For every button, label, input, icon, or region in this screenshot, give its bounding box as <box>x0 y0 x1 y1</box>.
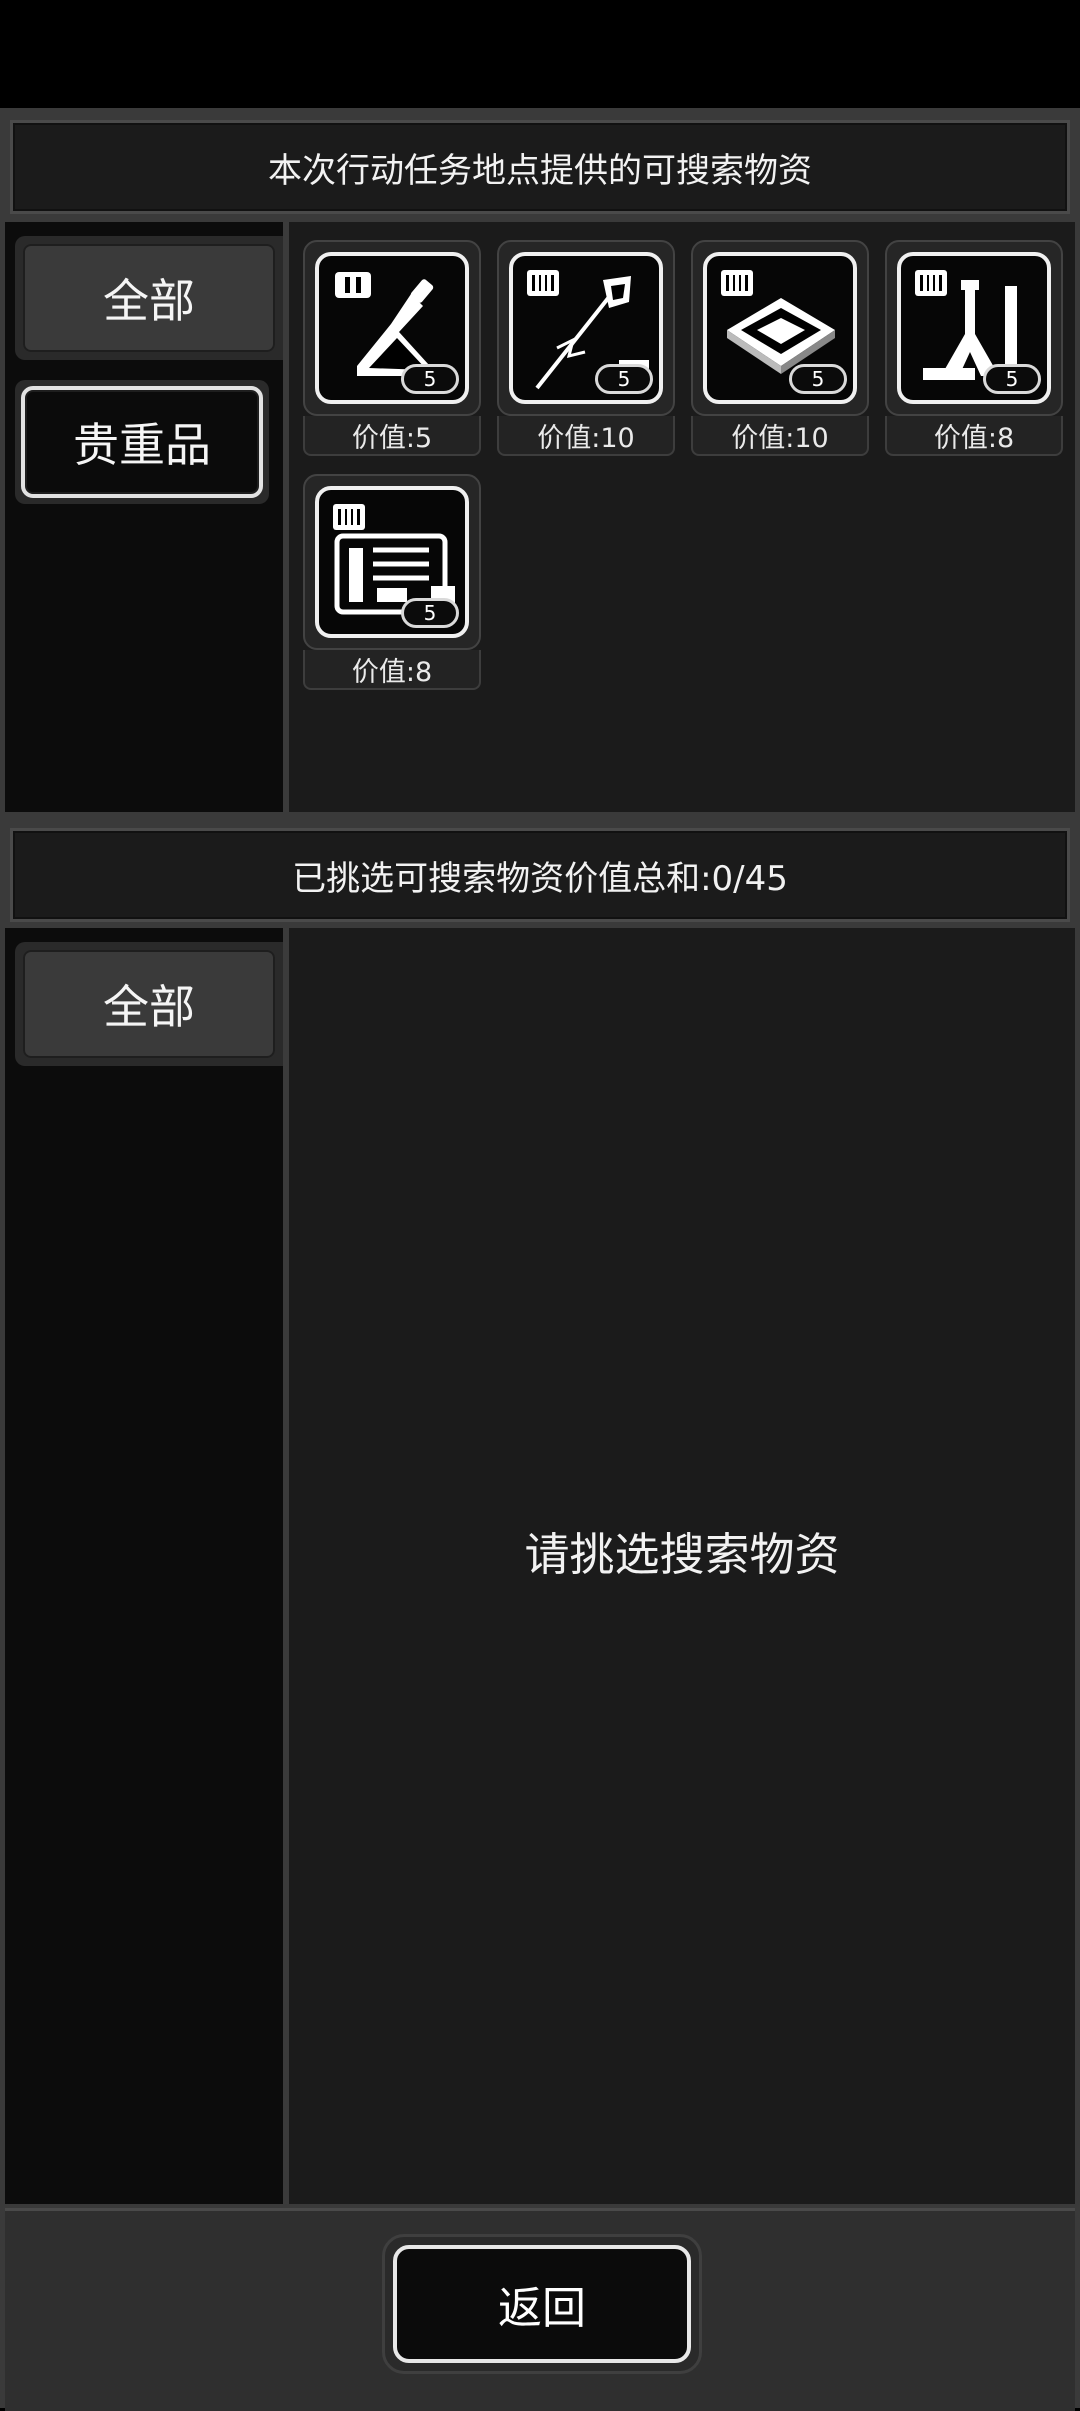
bottom-category-sidebar: 全部 <box>5 928 283 2204</box>
lab-stand-icon: 5 <box>897 252 1051 404</box>
chip-icon: 5 <box>703 252 857 404</box>
item-frame: 5 <box>303 474 481 650</box>
tab-valuables[interactable]: 贵重品 <box>21 386 263 498</box>
tab-all-top-shell: 全部 <box>15 236 283 360</box>
item-count-badge: 5 <box>983 364 1041 394</box>
syringe-icon: 5 <box>509 252 663 404</box>
item-frame: 5 <box>303 240 481 416</box>
circuit-device-icon: 5 <box>315 486 469 638</box>
selected-items-area: 请挑选搜索物资 <box>289 928 1075 2204</box>
item-card[interactable]: 5 价值:5 <box>303 240 481 458</box>
item-count-badge: 5 <box>401 364 459 394</box>
item-frame: 5 <box>691 240 869 416</box>
top-item-grid: 5 价值:5 5 价值:10 5 价值:10 5 价值:8 5 价值:8 <box>289 222 1075 812</box>
flask-icon: 5 <box>315 252 469 404</box>
back-button[interactable]: 返回 <box>393 2245 691 2363</box>
item-value-label: 价值:5 <box>303 416 481 456</box>
item-count-badge: 5 <box>595 364 653 394</box>
available-supplies-header: 本次行动任务地点提供的可搜索物资 <box>10 120 1070 214</box>
selected-value-summary-bar: 已挑选可搜索物资价值总和:0/45 <box>10 828 1070 922</box>
item-count-badge: 5 <box>789 364 847 394</box>
tab-all-bottom-shell: 全部 <box>15 942 283 1066</box>
item-card[interactable]: 5 价值:10 <box>691 240 869 458</box>
back-button-frame: 返回 <box>382 2234 702 2374</box>
item-card[interactable]: 5 价值:10 <box>497 240 675 458</box>
selected-supplies-panel: 全部 请挑选搜索物资 <box>5 928 1075 2204</box>
available-supplies-panel: 全部 贵重品 5 价值:5 5 价值:10 5 价值:10 5 价值:8 5 价… <box>5 222 1075 812</box>
empty-selection-message: 请挑选搜索物资 <box>524 1528 840 1581</box>
available-supplies-title: 本次行动任务地点提供的可搜索物资 <box>268 150 812 191</box>
item-frame: 5 <box>497 240 675 416</box>
selected-value-summary: 已挑选可搜索物资价值总和:0/45 <box>292 858 788 899</box>
item-count-badge: 5 <box>401 598 459 628</box>
item-value-label: 价值:10 <box>497 416 675 456</box>
item-value-label: 价值:8 <box>303 650 481 690</box>
tab-all-top[interactable]: 全部 <box>23 244 275 352</box>
item-frame: 5 <box>885 240 1063 416</box>
footer-bar: 返回 <box>5 2208 1075 2411</box>
item-value-label: 价值:8 <box>885 416 1063 456</box>
item-card[interactable]: 5 价值:8 <box>885 240 1063 458</box>
tab-valuables-shell: 贵重品 <box>15 380 269 504</box>
item-value-label: 价值:10 <box>691 416 869 456</box>
tab-all-bottom[interactable]: 全部 <box>23 950 275 1058</box>
item-card[interactable]: 5 价值:8 <box>303 474 481 692</box>
top-category-sidebar: 全部 贵重品 <box>5 222 283 812</box>
